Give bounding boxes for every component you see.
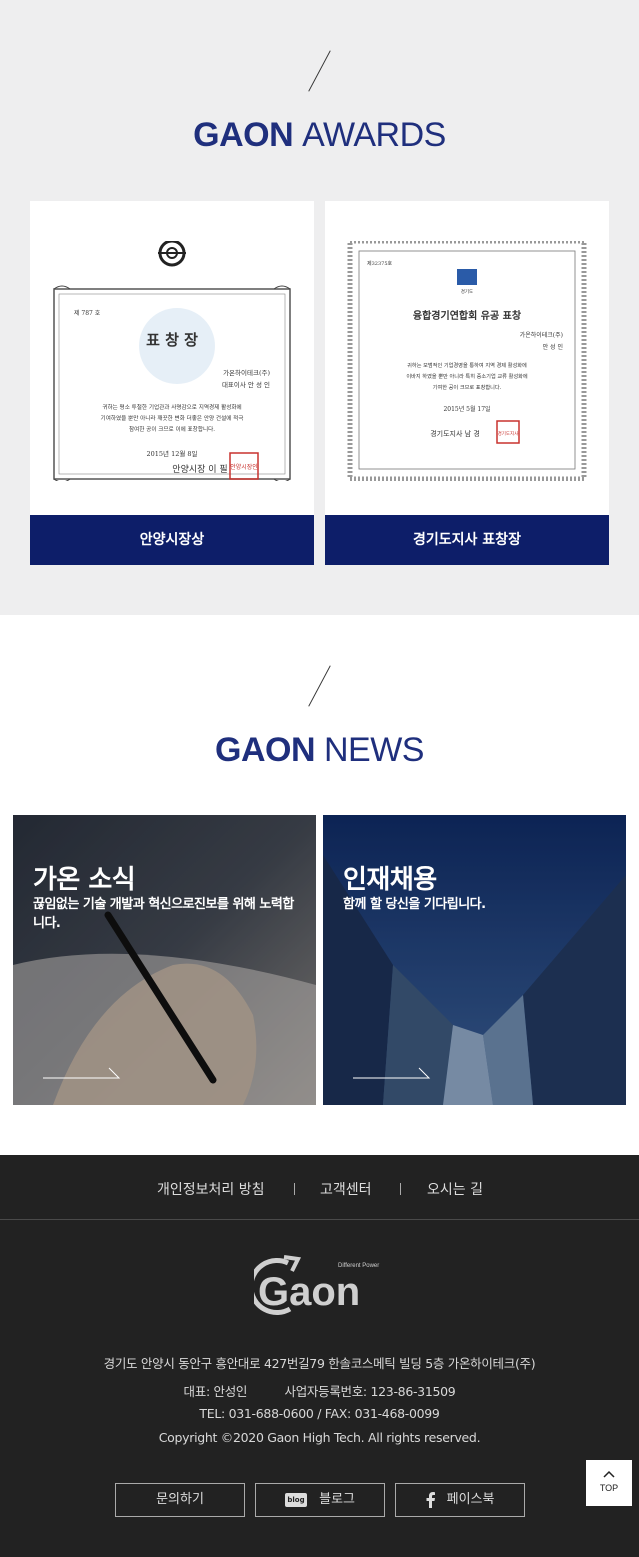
facebook-button-label: 페이스북 (446, 1492, 495, 1507)
cert-number: 제 787 호 (74, 309, 101, 317)
footer-ceo-biz: 대표: 안성인 사업자등록번호: 123-86-31509 (0, 1381, 639, 1400)
footer-ceo: 대표: 안성인 (183, 1384, 248, 1399)
logo-tagline: Different Power (338, 1263, 379, 1269)
inquiry-button-label: 문의하기 (156, 1492, 204, 1507)
chevron-up-icon (603, 1470, 615, 1478)
cert-emblem-label: 경기도 (461, 288, 473, 295)
footer-link-privacy[interactable]: 개인정보처리 방침 (157, 1179, 265, 1199)
award-caption: 경기도지사 표창장 (325, 515, 609, 565)
footer-tel-fax: TEL: 031-688-0600 / FAX: 031-468-0099 (199, 1406, 440, 1421)
gyeonggi-emblem-icon (457, 269, 477, 285)
certificate-image-anyang: 제 787 호 표 창 장 가온하이테크(주) 대표이사 안 성 인 귀하는 평… (53, 241, 291, 481)
arrow-right-icon (43, 1067, 121, 1079)
cert-body-1: 귀하는 평소 투철한 기업관과 사명감으로 지역경제 활성화에 (102, 403, 241, 411)
scroll-top-button[interactable]: TOP (586, 1460, 632, 1506)
cert-body-2: 기여하였을 뿐만 아니라 깨끗한 변화 더좋은 안양 건설에 적극 (101, 414, 244, 422)
cert-rep: 대표이사 안 성 인 (222, 380, 270, 389)
cert-date: 2015년 12월 8일 (146, 449, 197, 458)
facebook-icon (426, 1491, 435, 1508)
footer-link-support[interactable]: 고객센터 (320, 1179, 372, 1199)
award-card-anyang[interactable]: 제 787 호 표 창 장 가온하이테크(주) 대표이사 안 성 인 귀하는 평… (30, 201, 314, 565)
footer-biz-number: 사업자등록번호: 123-86-31509 (284, 1384, 456, 1399)
inquiry-button[interactable]: 문의하기 (115, 1483, 245, 1517)
news-tile-company-news[interactable]: 가온 소식 끊임없는 기술 개발과 혁신으로진보를 위해 노력합니다. (13, 815, 316, 1105)
footer: 개인정보처리 방침 고객센터 오시는 길 Gaon Different Powe… (0, 1155, 639, 1557)
scroll-top-label: TOP (599, 1483, 619, 1493)
footer-link-divider (294, 1183, 295, 1195)
cert-date: 2015년 5월 17일 (443, 405, 490, 413)
award-card-gyeonggi[interactable]: 제32375호 경기도 융합경기연합회 유공 표창 가온하이테크(주) 안 성 … (325, 201, 609, 565)
cert-seal-text: 경기도지사 (498, 430, 520, 437)
footer-copyright: Copyright ©2020 Gaon High Tech. All righ… (158, 1430, 481, 1445)
gaon-logo[interactable]: Gaon Different Power (254, 1253, 389, 1319)
award-caption: 안양시장상 (30, 515, 314, 565)
news-tile-description: 끊임없는 기술 개발과 혁신으로진보를 위해 노력합니다. (33, 897, 294, 931)
blog-button-label: 블로그 (319, 1492, 356, 1507)
arrow-right-icon (353, 1067, 431, 1079)
cert-signer: 경기도지사 남 경 (430, 429, 480, 438)
decorative-slash (308, 665, 331, 707)
cert-signer: 안양시장 이 필 (172, 463, 227, 475)
news-title-light: NEWS (323, 731, 425, 769)
cert-company: 가온하이테크(주) (520, 331, 563, 339)
blog-icon: blog (284, 1492, 307, 1507)
cert-number: 제32375호 (367, 260, 393, 267)
cert-heading: 융합경기연합회 유공 표창 (413, 309, 522, 322)
logo-text: Gaon (258, 1270, 360, 1314)
cert-company: 가온하이테크(주) (223, 368, 270, 377)
news-tile-description: 함께 할 당신을 기다립니다. (343, 897, 486, 912)
awards-title-bold: GAON (193, 116, 294, 154)
footer-links: 개인정보처리 방침 고객센터 오시는 길 (0, 1155, 639, 1220)
footer-address: 경기도 안양시 동안구 흥안대로 427번길79 한솔코스메틱 빌딩 5층 가온… (103, 1356, 536, 1371)
news-tile-title: 가온 소식 (33, 865, 136, 895)
decorative-slash (308, 50, 331, 92)
footer-link-directions[interactable]: 오시는 길 (427, 1179, 483, 1199)
cert-body-3: 참여한 공이 크므로 이에 표창합니다. (129, 425, 215, 433)
news-tile-recruit[interactable]: 인재채용 함께 할 당신을 기다립니다. (323, 815, 626, 1105)
awards-section: GAON AWARDS 제 787 호 표 창 장 가온하이테크(주) 대표이사… (0, 0, 639, 615)
certificate-image-gyeonggi: 제32375호 경기도 융합경기연합회 유공 표창 가온하이테크(주) 안 성 … (347, 241, 587, 481)
cert-rep: 안 성 인 (543, 343, 563, 351)
awards-title: GAON AWARDS (0, 116, 639, 155)
cert-body-1: 귀하는 모범적인 기업경영을 통하여 지역 경제 활성화에 (407, 361, 527, 369)
cert-body-3: 기여한 공이 크므로 표창합니다. (433, 383, 502, 391)
cert-seal-text: 안양시장인 (230, 463, 258, 471)
cert-heading: 표 창 장 (146, 331, 198, 349)
cert-body-2: 이바지 하였을 뿐만 아니라 특히 중소기업 교류 활성화에 (406, 372, 528, 380)
blog-button[interactable]: blog 블로그 (255, 1483, 385, 1517)
news-title: GAON NEWS (0, 731, 639, 770)
news-title-bold: GAON (215, 731, 316, 769)
footer-link-divider (400, 1183, 401, 1195)
news-tile-title: 인재채용 (343, 865, 437, 895)
facebook-button[interactable]: 페이스북 (395, 1483, 525, 1517)
awards-title-light: AWARDS (302, 116, 446, 154)
